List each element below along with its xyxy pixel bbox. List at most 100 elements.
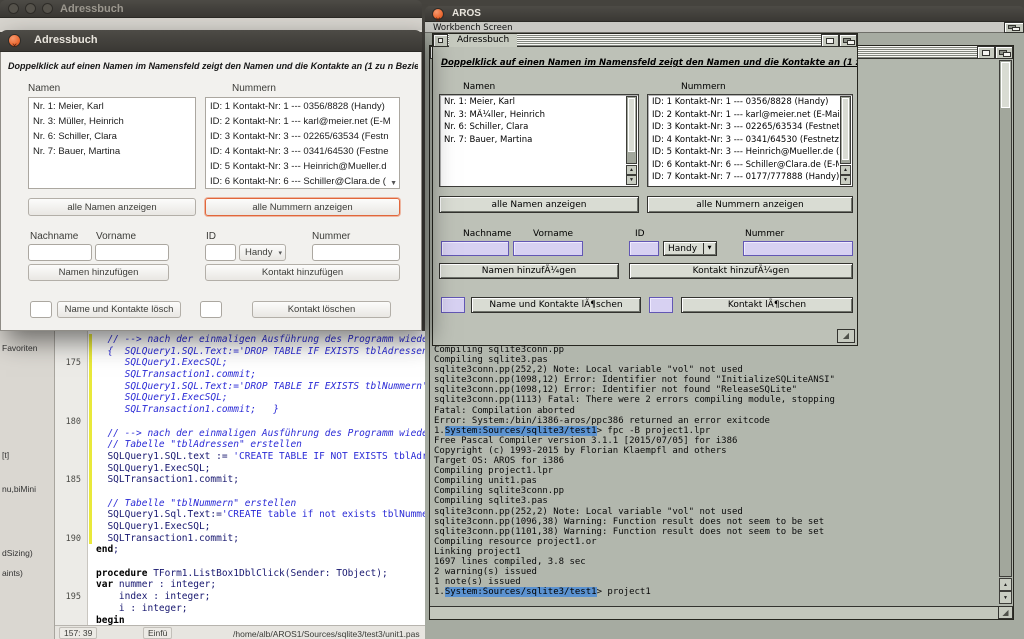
delete-contact-button[interactable]: Kontakt lÃ¶schen (681, 297, 853, 313)
list-item[interactable]: ID: 5 Kontakt-Nr: 3 --- Heinrich@Mueller… (206, 159, 392, 174)
scroll-down-icon[interactable]: ▼ (390, 180, 397, 187)
resize-gadget[interactable]: ◢ (837, 329, 855, 343)
aros-addressbook-window: Adressbuch Doppelklick auf einen Namen i… (432, 33, 858, 346)
resize-gadget[interactable]: ◢ (998, 606, 1013, 619)
list-item[interactable]: Nr. 1: Meier, Karl (441, 96, 625, 109)
gtk-addressbook-window: ✕ Adressbuch Doppelklick auf einen Namen… (0, 30, 422, 331)
gtk-names-list[interactable]: Nr. 1: Meier, KarlNr. 3: Müller, Heinric… (28, 97, 196, 189)
scroll-down-icon[interactable]: ▼ (840, 175, 851, 185)
list-item[interactable]: ID: 4 Kontakt-Nr: 3 --- 0341/64530 (Fest… (206, 144, 392, 159)
instruction-text: Doppelklick auf einen Namen im Namensfel… (8, 61, 418, 71)
contact-type-dropdown[interactable]: Handy ▾ (239, 244, 286, 261)
scroll-up-icon[interactable]: ▲ (840, 165, 851, 175)
close-icon[interactable]: ✕ (432, 8, 444, 20)
aros-names-list[interactable]: Nr. 1: Meier, KarlNr. 3: MÃ¼ller, Heinri… (439, 94, 639, 187)
add-contact-button[interactable]: Kontakt hinzufÃ¼gen (629, 263, 853, 279)
shell-scrollbar[interactable] (999, 60, 1012, 577)
scroll-up-icon[interactable]: ▲ (626, 165, 637, 175)
delete-name-input[interactable] (30, 301, 52, 318)
add-contact-button[interactable]: Kontakt hinzufügen (205, 264, 400, 281)
show-all-names-button[interactable]: alle Namen anzeigen (439, 196, 639, 213)
window-titlebar[interactable]: Adressbuch (433, 34, 857, 47)
line-number: 175 (55, 358, 81, 368)
close-icon[interactable]: ✕ (8, 34, 21, 47)
number-input[interactable] (743, 241, 853, 256)
show-all-numbers-button[interactable]: alle Nummern anzeigen (205, 198, 400, 216)
aros-numbers-list[interactable]: ID: 1 Kontakt-Nr: 1 --- 0356/8828 (Handy… (647, 94, 853, 187)
list-item[interactable]: ID: 1 Kontakt-Nr: 1 --- 0356/8828 (Handy… (649, 96, 839, 109)
delete-name-button[interactable]: Name und Kontakte lÃ¶schen (471, 297, 641, 313)
close-gadget[interactable] (433, 34, 448, 47)
instruction-text: Doppelklick auf einen Namen im Namensfel… (441, 58, 855, 68)
list-item[interactable]: ID: 1 Kontakt-Nr: 1 --- 0356/8828 (Handy… (206, 99, 392, 114)
shell-line: sqlite3conn.pp(1096,38) Warning: Functio… (434, 517, 995, 527)
scrollbar[interactable] (840, 96, 851, 164)
window-title: Adressbuch (449, 34, 517, 47)
modified-marker (89, 357, 92, 369)
delete-name-button[interactable]: Name und Kontakte lösch (57, 301, 181, 318)
list-item[interactable]: Nr. 1: Meier, Karl (29, 99, 195, 114)
scrollbar[interactable] (626, 96, 637, 164)
list-item[interactable]: ID: 2 Kontakt-Nr: 1 --- karl@meier.net (… (206, 114, 392, 129)
lastname-label: Nachname (30, 231, 78, 242)
id-input[interactable] (205, 244, 236, 261)
id-input[interactable] (629, 241, 659, 256)
close-icon[interactable] (8, 3, 19, 14)
contact-type-dropdown[interactable]: Handy ▼ (663, 241, 717, 256)
firstname-input[interactable] (95, 244, 169, 261)
panel-fragment: dSizing) (2, 548, 33, 558)
scroll-down-icon[interactable]: ▼ (626, 175, 637, 185)
list-item[interactable]: ID: 5 Kontakt-Nr: 3 --- Heinrich@Mueller… (649, 146, 839, 159)
number-input[interactable] (312, 244, 400, 261)
delete-contact-input[interactable] (649, 297, 673, 313)
modified-marker (89, 556, 92, 568)
delete-contact-input[interactable] (200, 301, 222, 318)
minimize-icon[interactable] (25, 3, 36, 14)
line-number: 180 (55, 417, 81, 427)
shell-line: 1.System:Sources/sqlite3/test1> project1 (434, 587, 995, 597)
delete-contact-button[interactable]: Kontakt löschen (252, 301, 391, 318)
list-item[interactable]: Nr. 3: Müller, Heinrich (29, 114, 195, 129)
aros-host-titlebar[interactable]: ✕ AROS (425, 6, 1024, 22)
modified-marker (89, 509, 92, 521)
depth-gadget[interactable] (839, 34, 857, 47)
list-item[interactable]: ID: 6 Kontakt-Nr: 6 --- Schiller@Clara.d… (649, 159, 839, 172)
depth-gadget[interactable] (995, 46, 1013, 59)
screen-depth-gadget[interactable] (1004, 22, 1024, 33)
show-all-names-button[interactable]: alle Namen anzeigen (28, 198, 196, 216)
list-item[interactable]: ID: 3 Kontakt-Nr: 3 --- 02265/63534 (Fes… (206, 129, 392, 144)
zoom-gadget[interactable] (977, 46, 995, 59)
workbench-screen-titlebar[interactable]: Workbench Screen (425, 22, 1024, 33)
scroll-down-icon[interactable]: ▼ (999, 591, 1012, 604)
list-item[interactable]: Nr. 3: MÃ¼ller, Heinrich (441, 109, 625, 122)
list-item[interactable]: ID: 3 Kontakt-Nr: 3 --- 02265/63534 (Fes… (649, 121, 839, 134)
gtk-numbers-list[interactable]: ID: 1 Kontakt-Nr: 1 --- 0356/8828 (Handy… (205, 97, 400, 189)
list-item[interactable]: ID: 4 Kontakt-Nr: 3 --- 0341/64530 (Fest… (649, 134, 839, 147)
shell-line: Compiling sqlite3conn.pp (434, 345, 995, 355)
list-item[interactable]: ID: 7 Kontakt-Nr: 7 --- 0177/777888 (Han… (649, 171, 839, 184)
firstname-input[interactable] (513, 241, 583, 256)
zoom-gadget[interactable] (821, 34, 839, 47)
window-titlebar[interactable]: ✕ Adressbuch (0, 30, 422, 52)
list-item[interactable]: ID: 6 Kontakt-Nr: 6 --- Schiller@Clara.d… (206, 174, 392, 188)
delete-name-input[interactable] (441, 297, 465, 313)
list-item[interactable]: Nr. 6: Schiller, Clara (29, 129, 195, 144)
list-item[interactable]: ID: 2 Kontakt-Nr: 1 --- karl@meier.net (… (649, 109, 839, 122)
background-window-titlebar[interactable]: Adressbuch (0, 0, 422, 18)
list-item[interactable]: Nr. 7: Bauer, Martina (29, 144, 195, 159)
modified-marker (89, 568, 92, 580)
modified-marker (89, 439, 92, 451)
maximize-icon[interactable] (42, 3, 53, 14)
modified-marker (89, 591, 92, 603)
list-item[interactable]: Nr. 7: Bauer, Martina (441, 134, 625, 147)
shell-line: Compiling project1.lpr (434, 466, 995, 476)
lastname-input[interactable] (28, 244, 92, 261)
modified-marker (89, 615, 92, 626)
add-name-button[interactable]: Namen hinzufÃ¼gen (439, 263, 619, 279)
show-all-numbers-button[interactable]: alle Nummern anzeigen (647, 196, 853, 213)
add-name-button[interactable]: Namen hinzufügen (28, 264, 169, 281)
list-item[interactable]: Nr. 6: Schiller, Clara (441, 121, 625, 134)
cursor-position: 157: 39 (59, 627, 97, 639)
scroll-up-icon[interactable]: ▲ (999, 578, 1012, 591)
lastname-input[interactable] (441, 241, 509, 256)
